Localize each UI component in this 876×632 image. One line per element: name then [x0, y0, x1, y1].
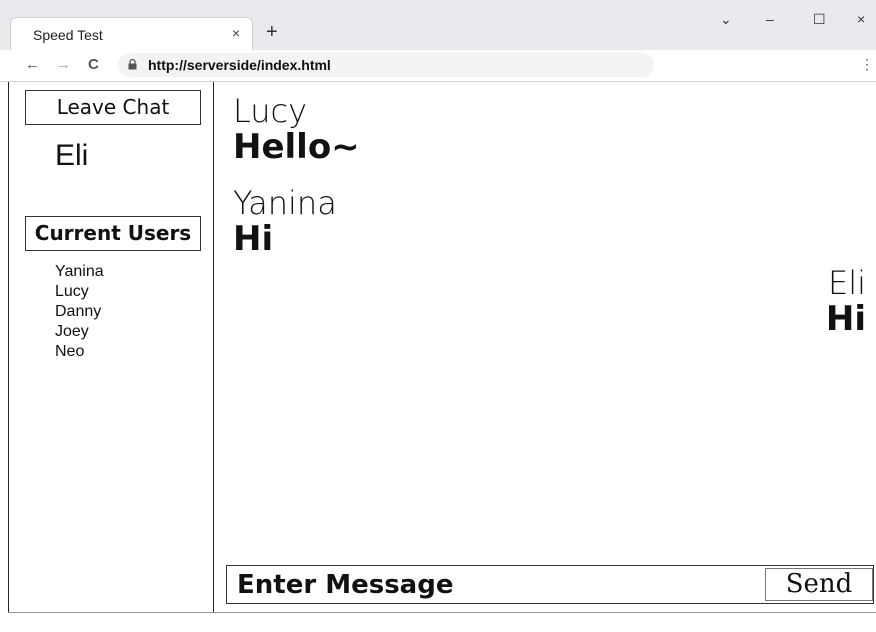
message-text: Hi	[233, 219, 274, 259]
tab-title: Speed Test	[33, 27, 103, 43]
leave-chat-button[interactable]: Leave Chat	[25, 90, 201, 125]
reload-icon[interactable]: C	[88, 56, 99, 74]
message-text: Hello~	[233, 127, 360, 167]
message-input-row: Send	[226, 565, 874, 604]
list-item: Joey	[55, 323, 89, 340]
message-text: Hi	[825, 299, 866, 339]
forward-arrow-icon[interactable]: →	[56, 56, 71, 74]
chat-message: Lucy Hello~	[233, 94, 360, 166]
back-arrow-icon[interactable]: ←	[25, 56, 40, 74]
send-button[interactable]: Send	[765, 568, 873, 601]
tab-close-icon[interactable]: ×	[232, 25, 240, 41]
new-tab-icon[interactable]: +	[266, 22, 278, 42]
browser-toolbar: ← → C http://serverside/index.html ⋮	[0, 50, 876, 82]
sidebar: Leave Chat Eli Current Users Yanina Lucy…	[8, 82, 214, 612]
user-list: Yanina Lucy Danny Joey Neo	[55, 262, 104, 362]
current-username: Eli	[55, 139, 89, 172]
list-item: Danny	[55, 303, 102, 320]
url-text[interactable]: http://serverside/index.html	[148, 57, 331, 73]
browser-window: Speed Test × + ⌄ – ☐ × ← → C http://serv…	[0, 0, 876, 632]
message-sender: Lucy	[233, 92, 308, 130]
list-item: Lucy	[55, 283, 89, 300]
minimize-icon[interactable]: –	[766, 12, 774, 26]
tab-strip: Speed Test × + ⌄ – ☐ ×	[0, 0, 876, 50]
page-bottom-divider	[8, 612, 876, 613]
tab-search-chevron-icon[interactable]: ⌄	[720, 12, 732, 26]
lock-icon	[128, 59, 137, 70]
tab-speed-test[interactable]: Speed Test ×	[10, 17, 253, 50]
list-item: Neo	[55, 343, 85, 360]
list-item: Yanina	[55, 263, 104, 280]
close-window-icon[interactable]: ×	[857, 12, 865, 26]
chat-message: Yanina Hi	[233, 186, 337, 258]
current-users-header: Current Users	[25, 216, 201, 251]
maximize-icon[interactable]: ☐	[813, 12, 826, 26]
chat-page: Leave Chat Eli Current Users Yanina Lucy…	[8, 82, 876, 612]
chat-message-own: Eli Hi	[826, 266, 866, 338]
browser-menu-icon[interactable]: ⋮	[860, 56, 874, 72]
message-input[interactable]	[227, 566, 777, 603]
address-bar[interactable]: http://serverside/index.html	[118, 53, 654, 77]
message-sender: Eli	[828, 264, 866, 302]
message-sender: Yanina	[233, 184, 337, 222]
chat-area: Lucy Hello~ Yanina Hi Eli Hi Send	[214, 82, 876, 612]
